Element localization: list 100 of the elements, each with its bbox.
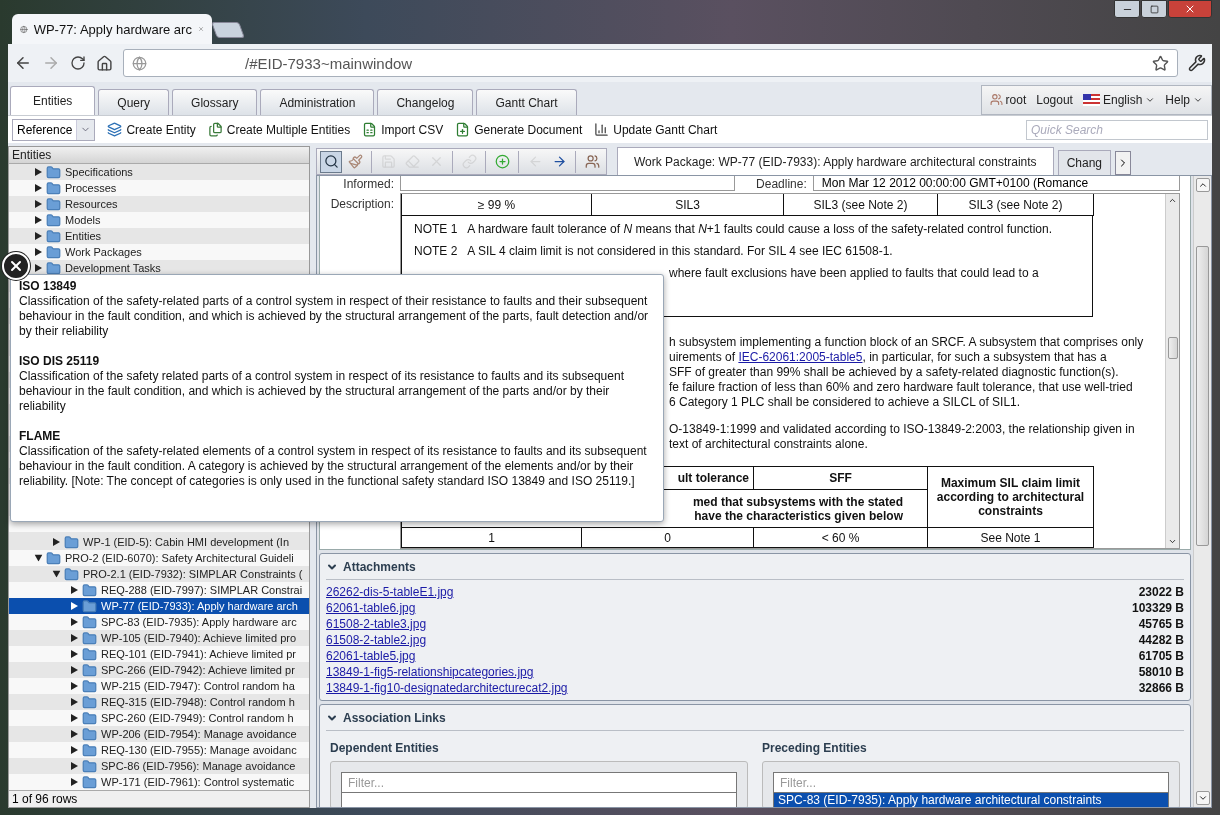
- collapsed-arrow-icon[interactable]: [71, 650, 78, 658]
- scroll-up-icon[interactable]: [1168, 196, 1177, 205]
- expanded-arrow-icon[interactable]: [52, 570, 61, 578]
- collapsed-arrow-icon[interactable]: [71, 698, 78, 706]
- toolbar-action[interactable]: Create Multiple Entities: [207, 122, 351, 137]
- tree-item[interactable]: WP-171 (EID-7961): Control systematic: [9, 774, 309, 790]
- address-field[interactable]: /#EID-7933~mainwindow: [123, 49, 1178, 77]
- file-link[interactable]: 26262-dis-5-tableE1.jpg: [326, 585, 454, 599]
- app-tab[interactable]: Query: [98, 89, 170, 115]
- help-menu[interactable]: Help: [1165, 92, 1203, 107]
- folder-icon: [82, 646, 97, 662]
- tree-item[interactable]: REQ-288 (EID-7997): SIMPLAR Constrai: [9, 582, 309, 598]
- app-tab[interactable]: Entities: [10, 86, 96, 115]
- tree-item[interactable]: Resources: [9, 196, 309, 212]
- tree-item[interactable]: REQ-315 (EID-7948): Control random h: [9, 694, 309, 710]
- table-cell: SFF: [754, 466, 928, 490]
- star-icon[interactable]: [1152, 54, 1169, 72]
- tab-scroll-button[interactable]: [1115, 151, 1131, 175]
- collapsed-arrow-icon[interactable]: [53, 538, 60, 546]
- collapsed-arrow-icon[interactable]: [71, 634, 78, 642]
- type-select[interactable]: Reference: [12, 118, 96, 141]
- informed-field[interactable]: [400, 176, 735, 191]
- collapsed-arrow-icon[interactable]: [35, 232, 42, 240]
- folder-icon: [46, 180, 61, 196]
- collapsed-arrow-icon[interactable]: [71, 666, 78, 674]
- tree-item[interactable]: Specifications: [9, 164, 309, 180]
- scrollbar-thumb[interactable]: [1167, 337, 1178, 359]
- paragraph-line: uirements of IEC-62061:2005-table5, in particular, for such a subsystem that has a: [669, 350, 1107, 365]
- browser-tab[interactable]: WP-77: Apply hardware arc: [12, 14, 212, 44]
- minimize-button[interactable]: [1114, 0, 1140, 18]
- folder-icon: [46, 212, 61, 228]
- tree-item[interactable]: WP-215 (EID-7947): Control random ha: [9, 678, 309, 694]
- expanded-arrow-icon[interactable]: [34, 554, 43, 562]
- tree-item[interactable]: Processes: [9, 180, 309, 196]
- collapsed-arrow-icon[interactable]: [71, 602, 78, 610]
- app-tab[interactable]: Gantt Chart: [476, 89, 577, 115]
- collapsed-arrow-icon[interactable]: [71, 730, 78, 738]
- tree-item[interactable]: WP-206 (EID-7954): Manage avoidance: [9, 726, 309, 742]
- tree-item[interactable]: WP-1 (EID-5): Cabin HMI development (In: [9, 534, 309, 550]
- collapsed-arrow-icon[interactable]: [35, 248, 42, 256]
- tree-item[interactable]: WP-105 (EID-7940): Achieve limited pro: [9, 630, 309, 646]
- toolbar-action[interactable]: Create Entity: [107, 122, 196, 137]
- tree-item[interactable]: Models: [9, 212, 309, 228]
- term-title: FLAME: [19, 429, 62, 444]
- scrollbar-thumb[interactable]: [1196, 246, 1209, 546]
- new-tab-button[interactable]: [211, 22, 245, 38]
- tree-item[interactable]: SPC-260 (EID-7949): Control random h: [9, 710, 309, 726]
- home-icon[interactable]: [96, 54, 113, 72]
- file-link[interactable]: 62061-table6.jpg: [326, 601, 416, 615]
- collapsed-arrow-icon[interactable]: [35, 200, 42, 208]
- app-tab[interactable]: Changelog: [377, 89, 474, 115]
- toolbar-action[interactable]: Generate Document: [455, 122, 583, 137]
- collapsed-arrow-icon[interactable]: [71, 762, 78, 770]
- file-link[interactable]: 61508-2-table3.jpg: [326, 617, 427, 631]
- scroll-down-button[interactable]: [1195, 791, 1210, 805]
- tree-item[interactable]: SPC-83 (EID-7935): Apply hardware arc: [9, 614, 309, 630]
- tree-item[interactable]: PRO-2.1 (EID-7932): SIMPLAR Constraints (: [9, 566, 309, 582]
- file-link[interactable]: 61508-2-table2.jpg: [326, 633, 427, 647]
- logout-link[interactable]: Logout: [1036, 92, 1073, 107]
- collapsed-arrow-icon[interactable]: [35, 184, 42, 192]
- tree-item[interactable]: REQ-101 (EID-7941): Achieve limited pr: [9, 646, 309, 662]
- collapsed-arrow-icon[interactable]: [35, 264, 42, 272]
- tree-item[interactable]: SPC-266 (EID-7942): Achieve limited pr: [9, 662, 309, 678]
- collapsed-arrow-icon[interactable]: [71, 618, 78, 626]
- collapsed-arrow-icon[interactable]: [35, 168, 42, 176]
- table-cell: SIL3 (see Note 2): [784, 194, 938, 216]
- deadline-field[interactable]: Mon Mar 12 2012 00:00:00 GMT+0100 (Romance: [812, 176, 1180, 191]
- maximize-button[interactable]: [1141, 0, 1167, 18]
- tree-item[interactable]: REQ-130 (EID-7955): Manage avoidanc: [9, 742, 309, 758]
- detail-tab[interactable]: Chang: [1057, 150, 1111, 175]
- tree-item[interactable]: Entities: [9, 228, 309, 244]
- collapsed-arrow-icon[interactable]: [71, 778, 78, 786]
- collapsed-arrow-icon[interactable]: [71, 746, 78, 754]
- language-menu[interactable]: English: [1082, 92, 1156, 107]
- tree-item[interactable]: PRO-2 (EID-6070): Safety Architectural Guideli: [9, 550, 309, 566]
- collapsed-arrow-icon[interactable]: [71, 586, 78, 594]
- scroll-up-button[interactable]: [1195, 178, 1210, 192]
- app-tab[interactable]: Glossary: [172, 89, 258, 115]
- collapsed-arrow-icon[interactable]: [71, 714, 78, 722]
- search-icon[interactable]: [320, 150, 342, 173]
- toolbar-action[interactable]: Import CSV: [362, 122, 444, 137]
- filter-field[interactable]: Filter...: [341, 772, 737, 794]
- filter-field[interactable]: Filter...: [773, 772, 1169, 793]
- tree-item[interactable]: WP-77 (EID-7933): Apply hardware arch: [9, 598, 309, 614]
- collapsed-arrow-icon[interactable]: [35, 216, 42, 224]
- app-tab[interactable]: Administration: [260, 89, 375, 115]
- back-icon[interactable]: [14, 54, 32, 72]
- tree-item[interactable]: SPC-86 (EID-7956): Manage avoidance: [9, 758, 309, 774]
- collapsed-arrow-icon[interactable]: [71, 682, 78, 690]
- list-item[interactable]: SPC-83 (EID-7935): Apply hardware architectural constraints: [773, 793, 1169, 807]
- wrench-icon[interactable]: [1188, 54, 1206, 72]
- detail-tab[interactable]: Work Package: WP-77 (EID-7933): Apply hardware architectural constraints: [617, 147, 1054, 175]
- reload-icon[interactable]: [70, 55, 86, 71]
- file-link[interactable]: 62061-table5.jpg: [326, 649, 416, 663]
- quick-search-field[interactable]: Quick Search: [1026, 119, 1208, 140]
- tree-item[interactable]: Work Packages: [9, 244, 309, 260]
- file-link[interactable]: 13849-1-fig10-designatedarchitecturecat2.jpg: [326, 681, 568, 695]
- scroll-down-icon[interactable]: [1168, 537, 1177, 546]
- file-link[interactable]: 13849-1-fig5-relationshipcategories.jpg: [326, 665, 534, 679]
- toolbar-action[interactable]: Update Gantt Chart: [594, 122, 718, 137]
